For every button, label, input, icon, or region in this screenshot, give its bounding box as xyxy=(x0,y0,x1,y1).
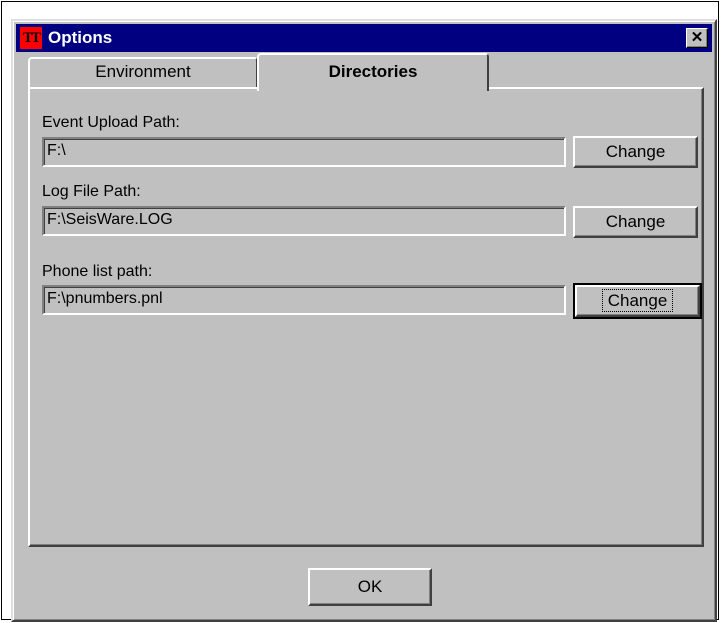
phone-list-path-field[interactable]: F:\pnumbers.pnl xyxy=(42,285,566,315)
log-file-path-field[interactable]: F:\SeisWare.LOG xyxy=(42,206,566,236)
ok-button[interactable]: OK xyxy=(308,568,432,606)
event-upload-path-label: Event Upload Path: xyxy=(42,114,180,131)
log-file-change-button[interactable]: Change xyxy=(573,206,698,238)
tab-environment[interactable]: Environment xyxy=(28,57,258,87)
phone-list-change-label: Change xyxy=(601,289,674,312)
options-dialog: TT Options ✕ Environment Directories Eve… xyxy=(11,19,717,622)
app-icon[interactable]: TT xyxy=(20,27,42,49)
log-file-change-label: Change xyxy=(605,212,666,231)
phone-list-change-button[interactable]: Change xyxy=(573,283,702,319)
directories-panel: Event Upload Path: F:\ Change Log File P… xyxy=(28,87,704,547)
tab-environment-label: Environment xyxy=(95,62,191,81)
tab-directories[interactable]: Directories xyxy=(257,53,489,91)
ok-button-label: OK xyxy=(357,577,383,596)
event-upload-change-button[interactable]: Change xyxy=(573,136,698,168)
event-upload-change-label: Change xyxy=(605,142,666,161)
close-button[interactable]: ✕ xyxy=(686,28,708,48)
phone-list-path-label: Phone list path: xyxy=(42,263,153,280)
log-file-path-label: Log File Path: xyxy=(42,183,141,200)
event-upload-path-field[interactable]: F:\ xyxy=(42,137,566,167)
tab-directories-label: Directories xyxy=(328,62,418,81)
title-bar[interactable]: TT Options ✕ xyxy=(16,24,712,52)
window-title: Options xyxy=(48,28,113,47)
close-icon: ✕ xyxy=(690,29,704,46)
